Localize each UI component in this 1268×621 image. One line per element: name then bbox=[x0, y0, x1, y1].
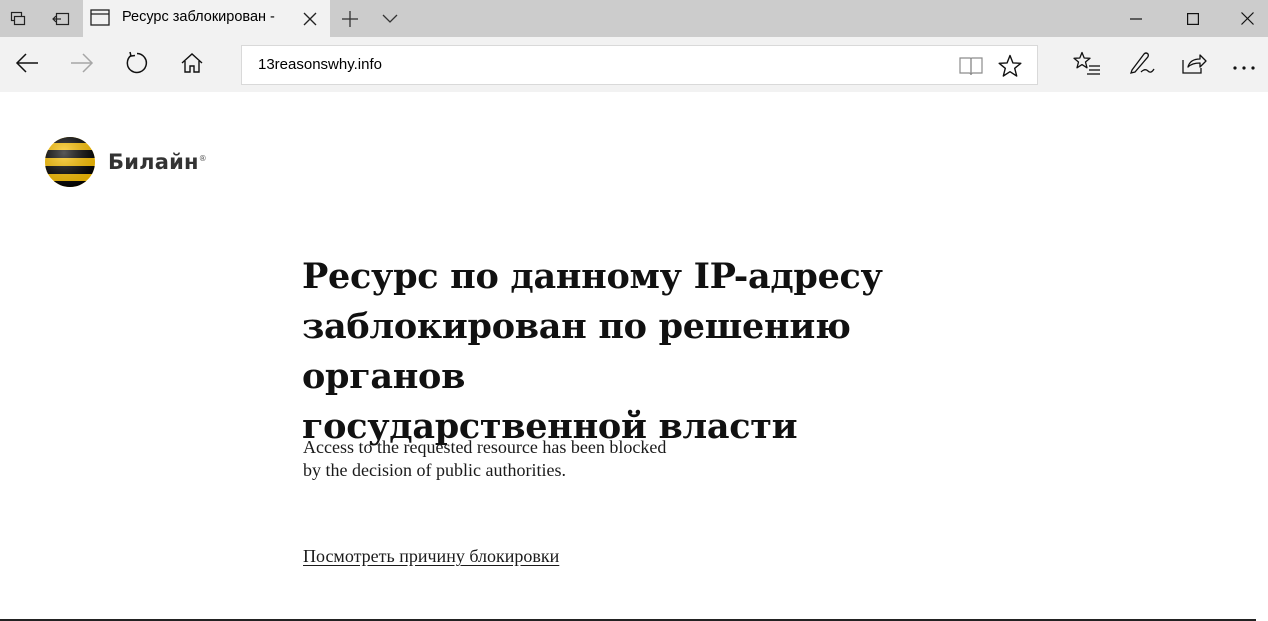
show-tabs-icon[interactable] bbox=[43, 0, 79, 37]
pen-icon bbox=[1129, 51, 1155, 79]
scrollbar[interactable] bbox=[1256, 92, 1268, 621]
forward-button[interactable] bbox=[60, 45, 104, 85]
more-icon bbox=[1232, 56, 1256, 75]
registered-mark: ® bbox=[198, 154, 207, 163]
arrow-right-icon bbox=[70, 53, 94, 77]
view-block-reason-link[interactable]: Посмотреть причину блокировки bbox=[303, 546, 559, 567]
star-icon[interactable] bbox=[997, 53, 1023, 79]
plus-icon[interactable] bbox=[332, 0, 368, 37]
page-icon bbox=[90, 9, 110, 26]
hub-button[interactable] bbox=[1065, 45, 1109, 85]
share-icon bbox=[1181, 52, 1207, 78]
back-button[interactable] bbox=[5, 45, 49, 85]
url-text[interactable]: 13reasonswhy.info bbox=[258, 56, 382, 73]
description-line: Access to the requested resource has bee… bbox=[303, 437, 667, 457]
beeline-logo-icon bbox=[45, 137, 95, 187]
tab-title: Ресурс заблокирован - bbox=[122, 9, 275, 25]
close-icon[interactable] bbox=[298, 7, 322, 31]
maximize-icon[interactable] bbox=[1170, 0, 1216, 37]
home-icon bbox=[181, 53, 203, 77]
page-content: Билайн® Ресурс по данному IP-адресу забл… bbox=[0, 92, 1268, 621]
tabs-aside-icon[interactable] bbox=[0, 0, 36, 37]
logo-wordmark: Билайн® bbox=[108, 150, 207, 174]
navigation-bar: 13reasonswhy.info bbox=[0, 37, 1268, 92]
minimize-icon[interactable] bbox=[1113, 0, 1159, 37]
headline-line: Ресурс по данному IP-адресу bbox=[302, 256, 883, 297]
address-bar[interactable]: 13reasonswhy.info bbox=[241, 45, 1038, 85]
favorites-list-icon bbox=[1073, 51, 1101, 79]
refresh-button[interactable] bbox=[115, 45, 159, 85]
window-close-icon[interactable] bbox=[1224, 0, 1268, 37]
refresh-icon bbox=[125, 51, 149, 79]
arrow-left-icon bbox=[15, 53, 39, 77]
headline-line: заблокирован по решению органов bbox=[302, 306, 851, 397]
title-bar: Ресурс заблокирован - bbox=[0, 0, 1268, 37]
active-tab[interactable]: Ресурс заблокирован - bbox=[83, 0, 330, 37]
more-button[interactable] bbox=[1222, 45, 1266, 85]
share-button[interactable] bbox=[1172, 45, 1216, 85]
book-icon[interactable] bbox=[958, 53, 984, 79]
block-description: Access to the requested resource has bee… bbox=[303, 436, 783, 482]
description-line: by the decision of public authorities. bbox=[303, 460, 566, 480]
block-headline: Ресурс по данному IP-адресу заблокирован… bbox=[302, 252, 1002, 452]
notes-button[interactable] bbox=[1120, 45, 1164, 85]
chevron-down-icon[interactable] bbox=[372, 0, 408, 37]
home-button[interactable] bbox=[170, 45, 214, 85]
beeline-logo: Билайн® bbox=[44, 136, 207, 188]
